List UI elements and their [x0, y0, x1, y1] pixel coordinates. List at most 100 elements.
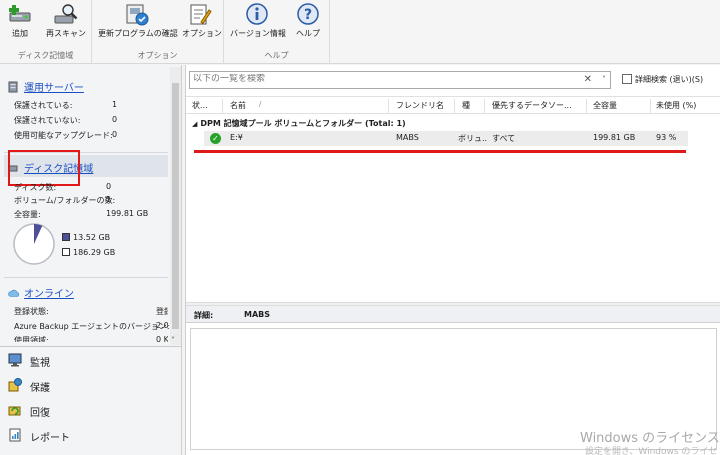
clear-search-icon[interactable]: ✕	[584, 74, 592, 85]
ribbon-group-help: バージョン情報 ? ヘルプ ヘルプ	[224, 0, 330, 64]
servers-upgrades-value: 0	[112, 130, 118, 139]
svg-text:?: ?	[304, 7, 312, 23]
report-icon	[8, 428, 22, 442]
help-button[interactable]: ? ヘルプ	[290, 2, 326, 39]
add-disk-button[interactable]: 追加	[6, 2, 34, 39]
column-type[interactable]: 種	[462, 100, 470, 111]
ribbon-caption-options: オプション	[137, 51, 178, 60]
registration-value: 登録	[156, 307, 168, 316]
add-disk-label: 追加	[12, 29, 28, 38]
options-icon	[187, 2, 213, 26]
main-pane: ✕ ˅ 詳細検索 (退い)(S) 状... 名前 / フレンドリ名 種 優先する…	[185, 65, 720, 455]
column-status[interactable]: 状...	[192, 100, 208, 111]
column-name[interactable]: 名前	[230, 100, 246, 111]
volume-count-label: ボリューム/フォルダーの数:	[14, 196, 116, 205]
detail-header: 詳細: MABS	[186, 306, 720, 323]
left-scrollbar-thumb[interactable]	[172, 83, 179, 329]
chevron-down-icon[interactable]: ˅	[171, 336, 175, 345]
nav-recovery-label: 回復	[30, 408, 50, 419]
help-label: ヘルプ	[296, 29, 320, 38]
column-friendly-name[interactable]: フレンドリ名	[396, 100, 444, 111]
cell-friendly-name: MABS	[396, 133, 419, 142]
group-title: DPM 記憶域プール ボリュームとフォルダー (Total: 1)	[200, 119, 406, 128]
add-disk-icon	[7, 2, 33, 26]
activation-watermark-subtext: 設定を開き、Windows のライセ	[585, 447, 718, 455]
cell-type: ボリュ...	[458, 134, 488, 143]
disk-storage-highlight	[8, 150, 80, 186]
ribbon-group-options: 更新プログラムの確認 オプション オプション	[92, 0, 224, 64]
ribbon-caption-disk: ディスク記憶域	[17, 51, 74, 60]
table-header: 状... 名前 / フレンドリ名 種 優先するデータソー... 全容量 未使用 …	[186, 96, 720, 114]
cell-preferred-datasource: すべて	[492, 134, 516, 143]
servers-unprotected-value: 0	[112, 115, 118, 124]
ribbon: 追加 再スキャン ディスク記憶域 更新プログラムの確認 オプション オプション	[0, 0, 720, 64]
sort-indicator-icon: /	[259, 100, 262, 108]
column-separator	[388, 99, 389, 113]
rescan-icon	[53, 2, 79, 26]
detail-value: MABS	[244, 310, 271, 319]
server-icon	[8, 81, 18, 93]
left-scrollbar[interactable]: ˅	[170, 67, 181, 345]
row-highlight-underline	[194, 150, 686, 153]
monitor-icon	[8, 353, 22, 367]
table-row[interactable]: ✓ E:¥ MABS ボリュ... すべて 199.81 GB 93 %	[204, 131, 688, 146]
registration-label: 登録状態:	[14, 307, 49, 316]
column-separator	[222, 99, 223, 113]
cell-name: E:¥	[230, 133, 243, 142]
nav-divider	[0, 346, 181, 347]
online-link[interactable]: オンライン	[24, 289, 74, 300]
advanced-search-checkbox[interactable]	[622, 74, 632, 84]
check-updates-icon	[124, 2, 150, 26]
nav-monitor-label: 監視	[30, 358, 50, 369]
legend-free-label: 186.29 GB	[73, 248, 116, 257]
total-capacity-label: 全容量:	[14, 210, 41, 219]
version-info-button[interactable]: バージョン情報	[230, 2, 286, 39]
legend-used-label: 13.52 GB	[73, 233, 111, 242]
rescan-label: 再スキャン	[46, 29, 86, 38]
servers-upgrades-label: 使用可能なアップグレード:	[14, 131, 113, 140]
recovery-icon	[8, 403, 22, 417]
nav-protection-label: 保護	[30, 383, 50, 394]
servers-protected-label: 保護されている:	[14, 101, 73, 110]
column-total-capacity[interactable]: 全容量	[593, 100, 617, 111]
protection-icon	[8, 378, 22, 392]
agent-version-value: 2.0	[156, 321, 168, 330]
column-separator	[586, 99, 587, 113]
ribbon-caption-help: ヘルプ	[264, 51, 289, 60]
check-updates-button[interactable]: 更新プログラムの確認	[98, 2, 178, 39]
online-section-header: オンライン	[8, 285, 74, 300]
search-box[interactable]: ✕ ˅	[189, 71, 611, 89]
nav-report-label: レポート	[30, 433, 70, 444]
cell-free-percent: 93 %	[656, 133, 677, 142]
used-space-value: 0 K	[156, 335, 168, 342]
collapse-triangle-icon[interactable]: ◢	[192, 120, 197, 128]
disk-count-value: 0	[106, 182, 112, 191]
cell-total-capacity: 199.81 GB	[593, 133, 636, 142]
search-input[interactable]	[193, 74, 583, 84]
used-space-label: 使用領域:	[14, 336, 49, 342]
rescan-button[interactable]: 再スキャン	[44, 2, 88, 39]
legend-used-swatch	[62, 233, 70, 241]
disk-count-label: ディスク数:	[14, 183, 57, 192]
servers-unprotected-label: 保護されていない:	[14, 116, 81, 125]
status-ok-icon: ✓	[210, 133, 221, 144]
version-info-label: バージョン情報	[230, 29, 286, 38]
options-button[interactable]: オプション	[182, 2, 222, 39]
servers-link[interactable]: 運用サーバー	[24, 83, 84, 94]
left-pane: ˅ 運用サーバー 保護されている: 1 保護されていない: 0 使用可能なアップ…	[0, 65, 182, 455]
cloud-icon	[8, 289, 20, 297]
advanced-search-toggle[interactable]: 詳細検索 (退い)(S)	[622, 74, 703, 85]
column-preferred-datasource[interactable]: 優先するデータソー...	[492, 100, 572, 111]
help-icon: ?	[295, 2, 321, 26]
legend-free-swatch	[62, 248, 70, 256]
capacity-pie-chart	[13, 223, 55, 265]
total-capacity-value: 199.81 GB	[106, 209, 149, 218]
chevron-down-icon[interactable]: ˅	[602, 75, 606, 84]
agent-version-label: Azure Backup エージェントのバージョン:	[14, 322, 170, 331]
check-updates-label: 更新プログラムの確認	[98, 29, 178, 38]
section-divider	[4, 277, 168, 278]
options-label: オプション	[182, 29, 222, 38]
ribbon-group-disk: 追加 再スキャン ディスク記憶域	[0, 0, 92, 64]
column-free-percent[interactable]: 未使用 (%)	[656, 100, 696, 111]
group-header[interactable]: ◢ DPM 記憶域プール ボリュームとフォルダー (Total: 1)	[192, 118, 406, 129]
